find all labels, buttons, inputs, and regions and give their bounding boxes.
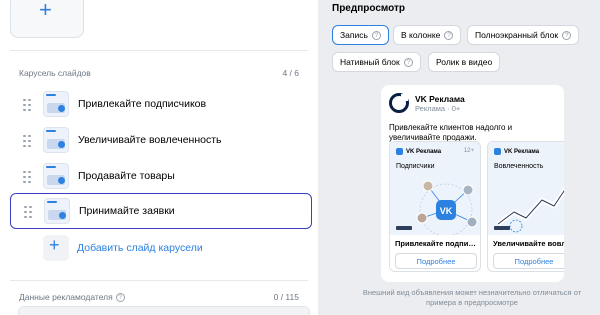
carousel-section-header: Карусель слайдов 4 / 6 <box>19 68 299 78</box>
advertiser-section-header: Данные рекламодателя? 0 / 115 <box>19 292 299 303</box>
svg-text:VK: VK <box>440 206 453 216</box>
preview-panel: Предпросмотр Запись? В колонке? Полноэкр… <box>318 0 600 315</box>
format-chip-native[interactable]: Нативный блок? <box>332 52 421 72</box>
format-chip-label: Нативный блок <box>340 57 400 67</box>
engagement-graph-illustration <box>494 186 564 233</box>
format-chip-post[interactable]: Запись? <box>332 25 389 45</box>
carousel-preview-card: VK Реклама 12+ Подписчики VK Привлекайте… <box>389 141 481 272</box>
help-icon[interactable]: ? <box>371 30 381 40</box>
carousel-slide-1[interactable]: Привлекайте подписчиков <box>10 86 312 122</box>
slide-title: Увеличивайте вовлеченность <box>78 134 222 146</box>
card-caption: Привлекайте подписчиков <box>395 239 479 248</box>
card-caption: Увеличивайте вовлеченность <box>493 239 564 248</box>
slide-title: Принимайте заявки <box>79 205 175 217</box>
slide-title: Продавайте товары <box>78 170 175 182</box>
followers-network-illustration: VK <box>396 180 478 235</box>
slide-thumbnail <box>44 198 70 224</box>
format-chip-column[interactable]: В колонке? <box>393 25 462 45</box>
carousel-slide-3[interactable]: Продавайте товары <box>10 158 312 194</box>
drag-handle-icon[interactable] <box>23 134 31 147</box>
slide-thumbnail <box>43 91 69 117</box>
more-button[interactable]: Подробнее <box>493 253 564 269</box>
add-slide-label[interactable]: Добавить слайд карусели <box>77 242 203 254</box>
preview-title: Предпросмотр <box>332 3 406 14</box>
help-icon[interactable]: ? <box>403 57 413 67</box>
brand-header: VK Реклама Реклама · 0+ <box>389 93 465 113</box>
format-chip-label: Запись <box>340 30 368 40</box>
help-icon[interactable]: ? <box>444 30 454 40</box>
ad-preview-card: VK Реклама Реклама · 0+ Привлекайте клие… <box>381 85 564 282</box>
post-text: Привлекайте клиентов надолго и увеличива… <box>389 123 513 142</box>
format-chip-video[interactable]: Ролик в видео <box>428 52 501 72</box>
more-button[interactable]: Подробнее <box>395 253 477 269</box>
format-chip-fullscreen[interactable]: Полноэкранный блок? <box>467 25 580 45</box>
add-slide-tile[interactable]: + <box>43 235 69 261</box>
divider <box>10 280 308 281</box>
creative-editor-panel: + Карусель слайдов 4 / 6 Привлекайте под… <box>0 0 318 315</box>
help-icon[interactable]: ? <box>115 293 125 303</box>
format-chip-label: В колонке <box>401 30 441 40</box>
plus-icon: + <box>39 0 52 22</box>
brand-name: VK Реклама <box>415 93 465 104</box>
brand-subtitle: Реклама · 0+ <box>415 103 461 113</box>
upload-media-button[interactable]: + <box>10 0 84 38</box>
help-icon[interactable]: ? <box>562 30 572 40</box>
slide-thumbnail <box>43 163 69 189</box>
advertiser-section-label: Данные рекламодателя <box>19 292 113 302</box>
carousel-slide-counter: 4 / 6 <box>282 68 299 78</box>
divider <box>10 50 308 51</box>
carousel-slide-2[interactable]: Увеличивайте вовлеченность <box>10 122 312 158</box>
add-carousel-slide-button[interactable]: + Добавить слайд карусели <box>43 234 203 262</box>
plus-icon: + <box>49 235 60 255</box>
format-chip-label: Полноэкранный блок <box>475 30 559 40</box>
carousel-slide-4[interactable]: Принимайте заявки <box>10 193 312 229</box>
drag-handle-icon[interactable] <box>23 170 31 183</box>
carousel-card-image: VK Реклама 12+ Подписчики VK <box>390 142 480 235</box>
drag-handle-icon[interactable] <box>23 98 31 111</box>
carousel-preview-card: VK Реклама Вовлеченность Увеличивайте во… <box>487 141 564 272</box>
carousel-card-image: VK Реклама Вовлеченность <box>488 142 564 235</box>
slide-title: Привлекайте подписчиков <box>78 98 207 110</box>
slide-thumbnail <box>43 127 69 153</box>
advertiser-char-counter: 0 / 115 <box>273 292 299 303</box>
advertiser-data-input[interactable] <box>18 306 310 315</box>
carousel-section-label: Карусель слайдов <box>19 68 91 78</box>
vk-ads-logo-icon <box>389 93 409 113</box>
drag-handle-icon[interactable] <box>24 205 32 218</box>
preview-disclaimer: Внешний вид объявления может незначитель… <box>362 288 582 307</box>
format-chip-label: Ролик в видео <box>436 57 493 67</box>
